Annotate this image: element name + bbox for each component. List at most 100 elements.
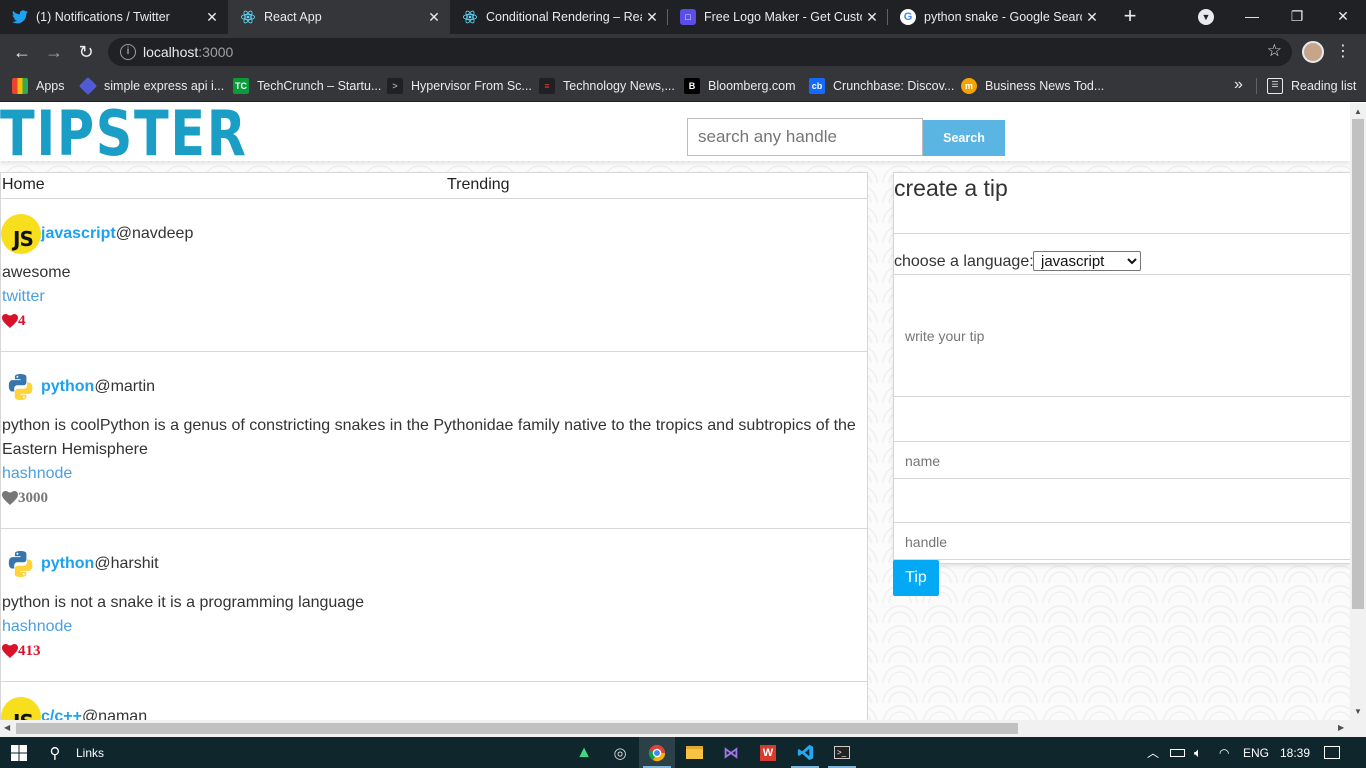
tab-free-logo-maker[interactable]: □ Free Logo Maker - Get Custo ✕ (668, 0, 888, 34)
heart-icon[interactable] (2, 644, 18, 658)
bookmark-techcrunch[interactable]: TC TechCrunch – Startu... (233, 70, 381, 101)
close-icon[interactable]: ✕ (862, 9, 882, 26)
wifi-icon[interactable]: ◠ (1219, 737, 1229, 768)
site-info-icon[interactable]: i (120, 44, 136, 60)
file-explorer-icon[interactable] (676, 737, 712, 768)
handle-search-input[interactable] (687, 118, 923, 156)
tab-title: (1) Notifications / Twitter (36, 10, 170, 24)
site-header: TIPSTER Search (0, 103, 1350, 170)
bookmark-business-news[interactable]: m Business News Tod... (961, 70, 1104, 101)
tip-language[interactable]: python (41, 378, 94, 396)
new-tab-button[interactable]: + (1118, 4, 1142, 28)
tip-textarea[interactable]: write your tip (905, 328, 984, 344)
tab-title: python snake - Google Searc (924, 10, 1082, 24)
create-tip-panel: create a tip choose a language: javascri… (893, 172, 1350, 564)
volume-icon[interactable]: 🔈︎ (1194, 737, 1202, 768)
close-icon[interactable]: ✕ (202, 9, 222, 26)
logo-maker-icon: □ (680, 9, 696, 25)
close-window-icon[interactable]: ✕ (1331, 6, 1355, 26)
address-bar[interactable]: i localhost:3000 ☆ (108, 38, 1292, 66)
tab-twitter-notifications[interactable]: (1) Notifications / Twitter ✕ (0, 0, 228, 34)
reload-icon[interactable]: ↻ (74, 40, 98, 64)
search-icon[interactable]: ⚲ (44, 737, 66, 768)
bookmark-simple-express-api[interactable]: simple express api i... (78, 70, 224, 101)
vertical-scroll-thumb[interactable] (1352, 119, 1364, 609)
submit-tip-button[interactable]: Tip (893, 560, 939, 596)
tip-handle[interactable]: @navdeep (116, 225, 194, 243)
bookmark-apps[interactable]: Apps (12, 70, 65, 101)
minimize-icon[interactable]: — (1240, 6, 1264, 26)
tip-text: python is not a snake it is a programmin… (2, 594, 364, 611)
tip-language[interactable]: javascript (41, 225, 116, 243)
show-hidden-icons[interactable]: ︿ (1147, 737, 1159, 768)
tip-handle[interactable]: @naman (82, 708, 147, 720)
restore-icon[interactable]: ❐ (1285, 6, 1309, 26)
bloomberg-icon: B (684, 77, 700, 94)
visual-studio-icon[interactable]: ⋈ (713, 737, 749, 768)
tip-likes[interactable]: 4 (1, 309, 867, 333)
python-icon (1, 367, 41, 407)
tip-handle[interactable]: @harshit (94, 555, 158, 573)
terminal-icon: > (387, 77, 403, 94)
back-icon[interactable]: ← (10, 40, 34, 64)
close-icon[interactable]: ✕ (424, 9, 444, 26)
reading-list-button[interactable]: ☰ Reading list (1267, 70, 1356, 101)
more-menu-icon[interactable]: ⋮ (1335, 42, 1351, 62)
chrome-icon[interactable] (639, 737, 675, 768)
tip-likes[interactable]: 413 (1, 639, 867, 663)
heart-icon[interactable] (2, 314, 18, 328)
bookmark-crunchbase[interactable]: cb Crunchbase: Discov... (809, 70, 954, 101)
tips-feed: Home Trending JS javascript @navdeep awes… (0, 172, 868, 720)
techcrunch-icon: TC (233, 77, 249, 94)
github-desktop-icon[interactable]: ◎ (602, 737, 638, 768)
close-icon[interactable]: ✕ (642, 9, 662, 26)
clock[interactable]: 18:39 (1280, 737, 1310, 768)
nav-trending[interactable]: Trending (447, 176, 510, 194)
vertical-scrollbar[interactable]: ▲ ▼ (1350, 103, 1366, 720)
tab-conditional-rendering[interactable]: Conditional Rendering – Reac ✕ (450, 0, 668, 34)
taskbar-search-label[interactable]: Links (76, 737, 104, 768)
address-toolbar: ← → ↻ i localhost:3000 ☆ ⋮ (0, 34, 1366, 70)
tab-react-app[interactable]: React App ✕ (228, 0, 450, 34)
horizontal-scrollbar[interactable]: ◀ ▶ (0, 720, 1366, 737)
tip-source-link[interactable]: hashnode (1, 615, 867, 639)
close-icon[interactable]: ✕ (1082, 9, 1102, 26)
news-icon: ≡ (539, 77, 555, 94)
input-language[interactable]: ENG (1243, 737, 1269, 768)
search-button[interactable]: Search (923, 120, 1005, 156)
profile-avatar[interactable] (1302, 41, 1324, 63)
language-select[interactable]: javascript (1033, 251, 1141, 271)
forward-icon[interactable]: → (42, 40, 66, 64)
vscode-icon[interactable] (787, 737, 823, 768)
tip-likes[interactable]: 3000 (1, 486, 867, 510)
android-studio-icon[interactable]: ▲ (566, 737, 602, 768)
horizontal-scroll-thumb[interactable] (16, 723, 1018, 734)
more-bookmarks-icon[interactable]: » (1234, 76, 1243, 94)
site-logo[interactable]: TIPSTER (0, 103, 248, 170)
bookmark-hypervisor[interactable]: > Hypervisor From Sc... (387, 70, 532, 101)
handle-input[interactable]: handle (905, 534, 947, 550)
tip-source-link[interactable]: hashnode (1, 462, 867, 486)
tip-handle[interactable]: @martin (94, 378, 155, 396)
tab-search-icon[interactable]: ▼ (1198, 9, 1214, 25)
create-tip-heading: create a tip (894, 175, 1008, 201)
bookmark-bloomberg[interactable]: B Bloomberg.com (684, 70, 796, 101)
tip-text: python is coolPython is a genus of const… (2, 417, 856, 458)
heart-icon[interactable] (2, 491, 18, 505)
tip-language[interactable]: c/c++ (41, 708, 82, 720)
battery-icon[interactable] (1170, 737, 1185, 768)
tip-language[interactable]: python (41, 555, 94, 573)
terminal-app-icon[interactable]: >_ (824, 737, 860, 768)
name-input[interactable]: name (905, 453, 940, 469)
nav-home[interactable]: Home (2, 176, 45, 194)
tab-python-snake-search[interactable]: G python snake - Google Searc ✕ (888, 0, 1108, 34)
tip-source-link[interactable]: twitter (1, 285, 867, 309)
diamond-icon (78, 76, 98, 95)
bookmark-technology-news[interactable]: ≡ Technology News,... (539, 70, 675, 101)
windows-taskbar: ⚲ Links ▲ ◎ ⋈ W >_ ︿ 🔈︎ ◠ ENG 18:39 (0, 737, 1366, 768)
wps-office-icon[interactable]: W (750, 737, 786, 768)
tab-title: Conditional Rendering – Reac (486, 10, 642, 24)
bookmark-star-icon[interactable]: ☆ (1267, 41, 1282, 61)
notifications-icon[interactable] (1324, 737, 1340, 768)
windows-start-icon[interactable] (6, 737, 32, 768)
